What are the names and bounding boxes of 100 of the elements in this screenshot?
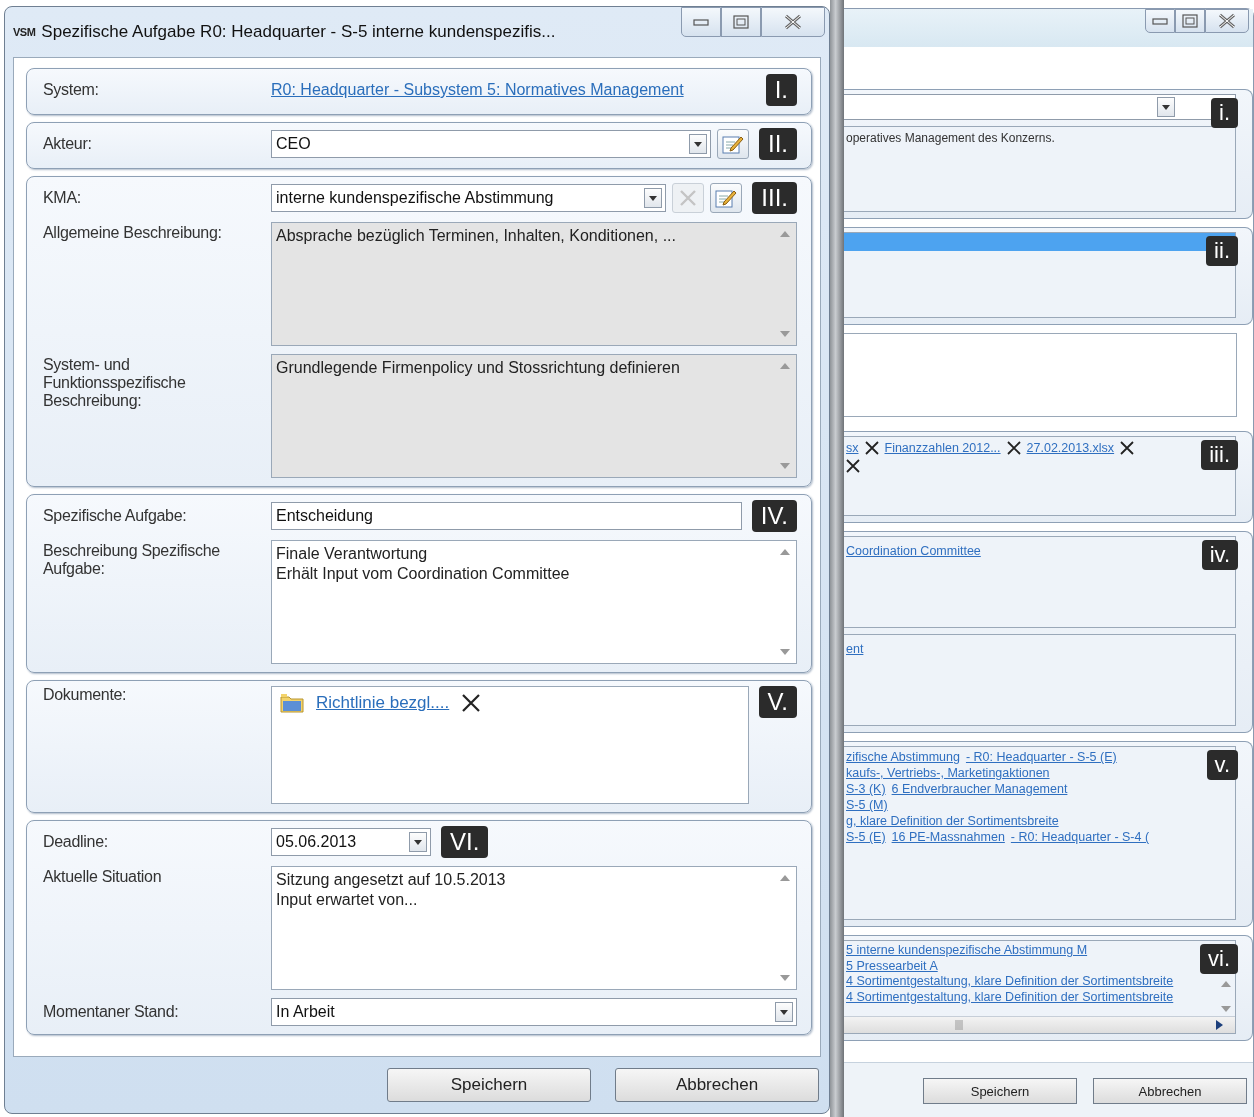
field-label: System- und Funktionsspezifische Beschreibung: <box>43 355 187 410</box>
remove-icon[interactable] <box>1120 441 1135 455</box>
document-link[interactable]: sx <box>846 441 859 455</box>
field-label: System: <box>43 81 100 99</box>
section-badge: I. <box>765 74 797 106</box>
scroll-down-icon <box>780 975 790 981</box>
combo-box[interactable] <box>844 94 1236 120</box>
edit-icon <box>722 134 744 154</box>
section-badge: III. <box>752 182 797 214</box>
maximize-icon <box>733 15 749 29</box>
text-field[interactable]: Entscheidung <box>271 502 742 530</box>
close-button[interactable] <box>1205 9 1249 33</box>
task-link[interactable]: - R0: Headquarter - S-4 ( <box>1010 829 1150 845</box>
section-badge: v. <box>1206 750 1238 780</box>
task-link[interactable]: 4 Sortimentgestaltung, klare Definition der Sortimentsbreite <box>846 989 1174 1005</box>
combo-box[interactable]: interne kundenspezifische Abstimmung <box>271 184 667 212</box>
caret-icon <box>1162 104 1170 110</box>
edit-button[interactable] <box>710 183 743 213</box>
field-label: Dokumente: <box>43 686 128 704</box>
date-field[interactable]: 05.06.2013 <box>271 828 431 856</box>
close-icon <box>1218 13 1236 29</box>
task-link[interactable]: ent <box>846 642 864 656</box>
scroll-up-icon <box>780 549 790 555</box>
text-area[interactable] <box>844 333 1237 417</box>
folder-icon <box>280 693 304 713</box>
task-link[interactable]: 4 Sortimentgestaltung, klare Definition der Sortimentsbreite <box>846 974 1174 990</box>
section-badge: V. <box>758 686 797 718</box>
dialog-button[interactable]: Abbrechen <box>615 1068 819 1102</box>
dialog-button[interactable]: Abbrechen <box>1093 1078 1247 1104</box>
task-link[interactable]: zifische Abstimmung <box>846 749 960 765</box>
scroll-up-icon <box>780 231 790 237</box>
task-link[interactable]: g, klare Definition der Sortimentsbreite <box>846 813 1059 829</box>
section-badge: II. <box>759 128 797 160</box>
text-area[interactable]: operatives Management des Konzerns. <box>844 126 1236 212</box>
scroll-up-icon <box>780 875 790 881</box>
horizontal-scrollbar[interactable] <box>844 1016 1235 1033</box>
field-label: Momentaner Stand: <box>43 1003 180 1021</box>
dialog-button[interactable]: Speichern <box>923 1078 1077 1104</box>
caret-icon <box>694 141 702 147</box>
scroll-up-icon <box>780 363 790 369</box>
minimize-button[interactable] <box>1145 9 1175 33</box>
field-label: Akteur: <box>43 135 93 153</box>
section-badge: vi. <box>1200 944 1238 974</box>
edit-button[interactable] <box>717 129 749 159</box>
scroll-down-icon <box>780 649 790 655</box>
remove-icon[interactable] <box>1006 441 1021 455</box>
minimize-icon <box>1152 16 1168 26</box>
task-link[interactable]: kaufs-, Vertriebs-, Marketingaktionen <box>846 765 1050 781</box>
close-icon <box>784 14 802 30</box>
section-badge: iv. <box>1201 540 1238 570</box>
section-badge: VI. <box>441 826 489 858</box>
section-badge: i. <box>1211 98 1238 128</box>
task-link[interactable]: 16 PE-Massnahmen <box>891 829 1005 845</box>
combo-box[interactable]: CEO <box>271 130 711 158</box>
maximize-button[interactable] <box>721 7 761 37</box>
scroll-down-icon <box>780 331 790 337</box>
task-link[interactable]: S-3 (K) <box>846 781 886 797</box>
minimize-icon <box>693 17 709 27</box>
minimize-button[interactable] <box>681 7 721 37</box>
document-link[interactable]: Finanzzahlen 2012... <box>884 441 1001 455</box>
caret-icon <box>414 839 422 845</box>
section-badge: ii. <box>1206 236 1238 266</box>
field-label: Aktuelle Situation <box>43 867 163 886</box>
task-link[interactable]: 5 Pressearbeit A <box>846 958 938 974</box>
scroll-right-icon <box>1216 1020 1223 1030</box>
dropdown-button[interactable] <box>775 1002 793 1022</box>
section-badge: iii. <box>1201 440 1238 470</box>
field-label: KMA: <box>43 189 82 207</box>
task-link[interactable]: S-5 (E) <box>846 829 886 845</box>
dropdown-button[interactable] <box>409 832 427 852</box>
remove-icon[interactable] <box>864 441 879 455</box>
document-link[interactable]: 27.02.2013.xlsx <box>1026 441 1115 455</box>
text-area[interactable]: Sitzung angesetzt auf 10.5.2013 Input erwartet von... <box>271 866 797 990</box>
task-link[interactable]: Coordination Committee <box>846 544 981 558</box>
task-link[interactable]: 5 interne kundenspezifische Abstimmung M <box>846 943 1088 959</box>
maximize-button[interactable] <box>1175 9 1205 33</box>
edit-icon <box>715 188 738 208</box>
field-label: Deadline: <box>43 833 109 851</box>
task-link[interactable]: - R0: Headquarter - S-5 (E) <box>965 749 1117 765</box>
document-link[interactable]: Richtlinie bezgl.... <box>316 693 450 713</box>
remove-icon[interactable] <box>461 693 482 713</box>
dropdown-button[interactable] <box>644 188 663 208</box>
dialog-button[interactable]: Speichern <box>387 1068 591 1102</box>
combo-box[interactable]: In Arbeit <box>271 998 797 1026</box>
scroll-up-icon <box>1221 981 1231 987</box>
remove-icon[interactable] <box>846 459 860 473</box>
scroll-down-icon <box>1221 1006 1231 1012</box>
close-button[interactable] <box>761 7 825 37</box>
dropdown-button[interactable] <box>689 134 707 154</box>
grip-icon <box>954 1020 964 1030</box>
dropdown-button[interactable] <box>1157 97 1175 117</box>
field-label: Spezifische Aufgabe: <box>43 507 188 525</box>
task-link[interactable]: S-5 (M) <box>846 797 888 813</box>
maximize-icon <box>1182 14 1198 28</box>
text-area[interactable]: Finale Verantwortung Erhält Input vom Coordination Committee <box>271 540 797 664</box>
app-logo: VSM <box>13 26 36 38</box>
task-link[interactable]: 6 Endverbraucher Management <box>891 781 1068 797</box>
caret-icon <box>780 1009 788 1015</box>
system-link[interactable]: R0: Headquarter - Subsystem 5: Normatives Management <box>271 81 756 99</box>
field-label: Beschreibung Spezifische Aufgabe: <box>43 541 221 578</box>
